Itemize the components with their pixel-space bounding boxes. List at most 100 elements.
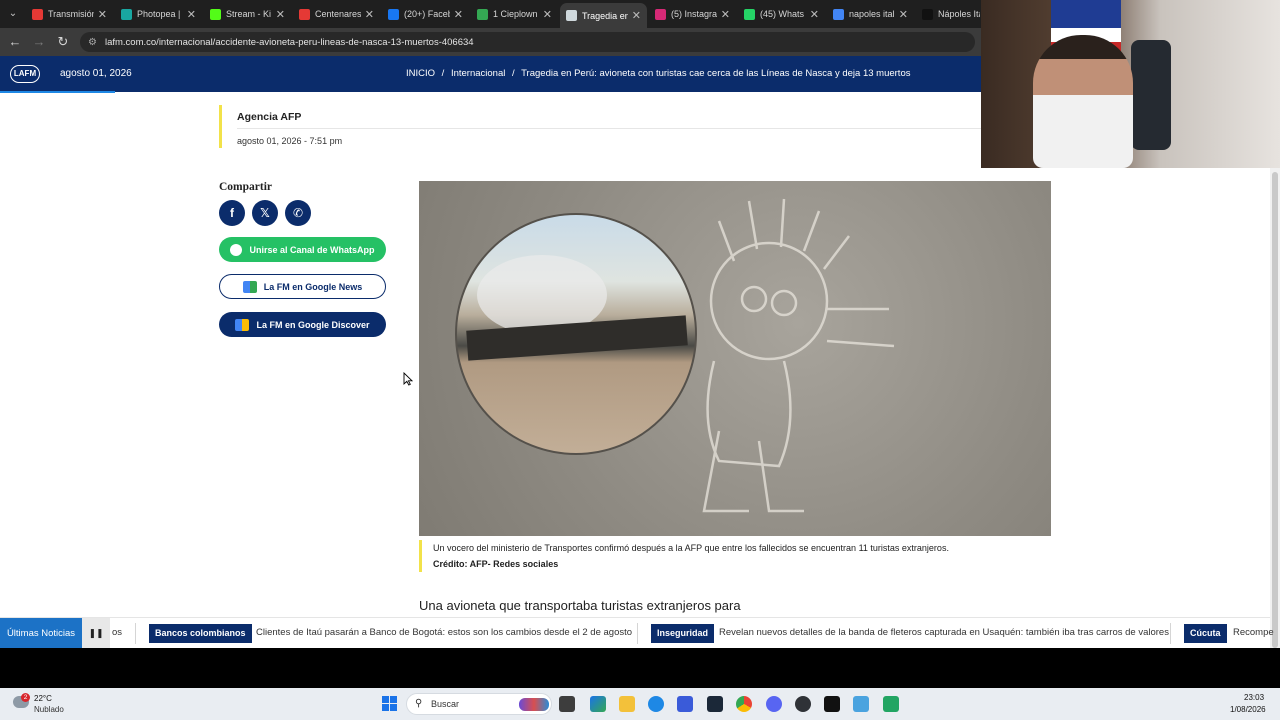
ticker-fragment[interactable]: os: [112, 627, 122, 638]
facebook-share-button[interactable]: f: [219, 200, 245, 226]
pause-icon[interactable]: ❚❚: [82, 618, 110, 649]
tab-close-icon[interactable]: ✕: [721, 8, 730, 21]
reload-icon[interactable]: ↻: [55, 34, 71, 50]
tab-close-icon[interactable]: ✕: [187, 8, 196, 21]
tab-close-icon[interactable]: ✕: [543, 8, 552, 21]
caption-text: Un vocero del ministerio de Transportes …: [433, 543, 949, 553]
whatsapp-icon: ✆: [292, 206, 304, 220]
whatsapp-channel-button[interactable]: Unirse al Canal de WhatsApp: [219, 237, 386, 262]
taskbar-search[interactable]: ⚲ Buscar: [406, 693, 552, 715]
photo-credit: Crédito: AFP- Redes sociales: [433, 559, 559, 569]
ticker-headline[interactable]: Recompe: [1233, 627, 1274, 638]
tab-favicon-icon: [477, 8, 488, 20]
file-explorer-icon[interactable]: [619, 696, 635, 712]
browser-tab[interactable]: 1 Cieplown ✕: [471, 3, 558, 25]
breadcrumb-home-link[interactable]: INICIO: [406, 68, 435, 79]
browser-tab[interactable]: Centenares ✕: [293, 3, 380, 25]
tab-close-icon[interactable]: ✕: [276, 8, 285, 21]
spreadsheet-icon[interactable]: [883, 696, 899, 712]
video-letterbox-band: [0, 648, 1280, 688]
browser-tab[interactable]: (5) Instagra ✕: [649, 3, 736, 25]
tab-close-icon[interactable]: ✕: [899, 8, 908, 21]
obs-icon[interactable]: [795, 696, 811, 712]
ticker-label: Últimas Noticias: [0, 618, 82, 649]
tab-close-icon[interactable]: ✕: [365, 8, 374, 21]
photos-icon[interactable]: [853, 696, 869, 712]
tab-title: (5) Instagra: [671, 9, 717, 19]
browser-tab[interactable]: (45) Whats ✕: [738, 3, 825, 25]
google-news-button[interactable]: La FM en Google News: [219, 274, 386, 299]
tab-search-chevron-icon[interactable]: ⌄: [4, 5, 22, 23]
url-text: lafm.com.co/internacional/accidente-avio…: [104, 36, 474, 48]
tab-favicon-icon: [299, 8, 310, 20]
google-discover-icon: [235, 318, 250, 331]
ticker-tag[interactable]: Bancos colombianos: [149, 624, 252, 643]
google-discover-button[interactable]: La FM en Google Discover: [219, 312, 386, 337]
discord-icon[interactable]: [766, 696, 782, 712]
chrome-icon[interactable]: [736, 696, 752, 712]
widgets-icon[interactable]: [590, 696, 606, 712]
steam-icon[interactable]: [707, 696, 723, 712]
header-date: agosto 01, 2026: [60, 68, 132, 79]
ticker-headline[interactable]: Revelan nuevos detalles de la banda de f…: [719, 627, 1169, 638]
breadcrumb-current: Tragedia en Perú: avioneta con turistas …: [521, 68, 911, 79]
ticker-headline[interactable]: Clientes de Itaú pasarán a Banco de Bogo…: [256, 627, 632, 638]
tab-close-icon[interactable]: ✕: [810, 8, 819, 21]
store-icon[interactable]: [677, 696, 693, 712]
forward-arrow-icon[interactable]: →: [31, 34, 47, 50]
share-title: Compartir: [219, 181, 273, 193]
browser-tab[interactable]: Tragedia en ✕: [560, 3, 647, 28]
tab-title: (45) Whats: [760, 9, 805, 19]
browser-tab[interactable]: (20+) Faceb ✕: [382, 3, 469, 25]
tab-favicon-icon: [655, 8, 666, 20]
x-icon: 𝕏: [260, 206, 270, 220]
task-view-icon[interactable]: [559, 696, 575, 712]
author-name[interactable]: Agencia AFP: [237, 111, 301, 123]
tab-title: Tragedia en: [582, 10, 628, 21]
browser-tab[interactable]: Transmisión ✕: [26, 3, 113, 25]
browser-tab[interactable]: napoles ital ✕: [827, 3, 914, 25]
ticker-separator: [1170, 623, 1171, 644]
whatsapp-channel-label: Unirse al Canal de WhatsApp: [249, 244, 375, 255]
ticker-tag[interactable]: Inseguridad: [651, 624, 715, 643]
streamer: [1033, 35, 1133, 168]
ticker-separator: [637, 623, 638, 644]
tab-favicon-icon: [744, 8, 755, 20]
tiktok-icon[interactable]: [824, 696, 840, 712]
author-block: Agencia AFP agosto 01, 2026 - 7:51 pm: [219, 105, 989, 148]
browser-tab[interactable]: Nápoles Ita: [916, 3, 986, 25]
breadcrumb-separator: /: [512, 68, 515, 79]
whatsapp-share-button[interactable]: ✆: [285, 200, 311, 226]
weather-description[interactable]: Nublado: [34, 705, 64, 714]
whatsapp-icon: [230, 243, 243, 256]
clock-time[interactable]: 23:03: [1244, 693, 1264, 702]
tab-close-icon[interactable]: ✕: [98, 8, 107, 21]
browser-tab[interactable]: Photopea | ✕: [115, 3, 202, 25]
clock-date[interactable]: 1/08/2026: [1230, 705, 1266, 714]
tab-close-icon[interactable]: ✕: [454, 8, 463, 21]
breadcrumb-section-link[interactable]: Internacional: [451, 68, 505, 79]
google-news-icon: [242, 280, 257, 293]
scrollbar-thumb[interactable]: [1272, 172, 1278, 648]
photo-caption: Un vocero del ministerio de Transportes …: [419, 540, 1051, 572]
article-lead-paragraph: Una avioneta que transportaba turistas e…: [419, 598, 741, 613]
article-photo[interactable]: [419, 181, 1051, 536]
tab-favicon-icon: [833, 8, 844, 20]
tab-title: napoles ital: [849, 9, 895, 19]
windows-start-icon[interactable]: [382, 696, 398, 712]
google-discover-label: La FM en Google Discover: [256, 319, 370, 330]
edge-icon[interactable]: [648, 696, 664, 712]
address-bar[interactable]: ⚙ lafm.com.co/internacional/accidente-av…: [80, 32, 975, 52]
notification-badge: 2: [21, 693, 30, 702]
back-arrow-icon[interactable]: ←: [7, 34, 23, 50]
x-share-button[interactable]: 𝕏: [252, 200, 278, 226]
gaming-chair: [1131, 40, 1171, 150]
weather-temperature[interactable]: 22°C: [34, 694, 52, 703]
site-info-icon[interactable]: ⚙: [88, 37, 97, 48]
lafm-logo[interactable]: LAFM: [10, 65, 40, 83]
browser-tab[interactable]: Stream - Ki ✕: [204, 3, 291, 25]
breadcrumb-separator: /: [441, 68, 445, 79]
tab-favicon-icon: [32, 8, 43, 20]
tab-close-icon[interactable]: ✕: [632, 9, 641, 22]
ticker-tag[interactable]: Cúcuta: [1184, 624, 1227, 643]
